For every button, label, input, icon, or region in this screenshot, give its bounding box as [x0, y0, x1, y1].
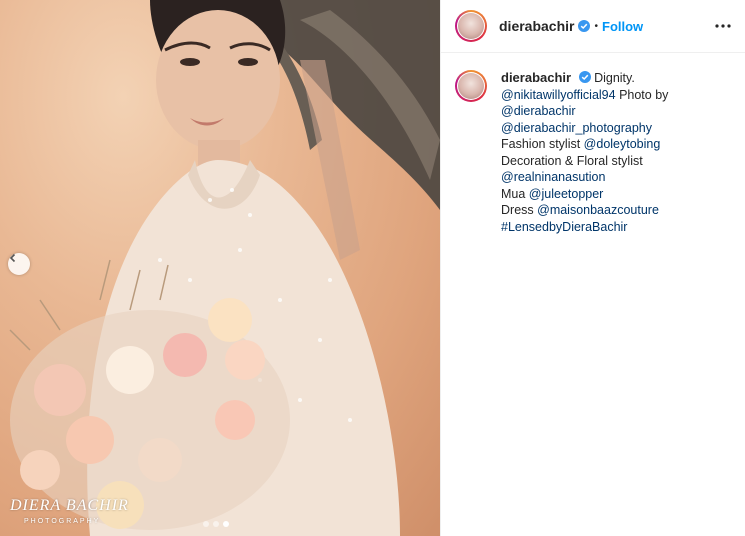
caption-line: #LensedbyDieraBachir — [501, 219, 741, 236]
mention-link[interactable]: @doleytobing — [584, 137, 661, 151]
more-options-icon — [715, 24, 731, 28]
caption-line: Dress @maisonbaazcouture — [501, 202, 741, 219]
photo-watermark-subtitle: PHOTOGRAPHY — [24, 518, 101, 525]
face — [156, 10, 280, 150]
caption-segment: Decoration & Floral stylist — [501, 153, 643, 168]
post-header: dierabachir • Follow — [441, 0, 745, 53]
caption-line: Fashion stylist @doleytobing — [501, 136, 741, 153]
carousel-dot — [213, 521, 219, 527]
caption-line: Mua @juleetopper — [501, 186, 741, 203]
photo-watermark: DIERA BACHIR — [10, 497, 129, 514]
verified-badge-icon — [578, 20, 591, 32]
caption-segment: Fashion stylist — [501, 137, 584, 151]
carousel-prev-button[interactable] — [8, 253, 30, 275]
caption-line: @nikitawillyofficial94 Photo by — [501, 87, 741, 104]
post-photo[interactable]: DIERA BACHIR PHOTOGRAPHY — [0, 0, 440, 536]
chevron-left-icon — [9, 253, 16, 263]
caption-lines: @nikitawillyofficial94 Photo by @dierabac… — [501, 87, 741, 236]
caption-line: @dierabachir_photography — [501, 120, 741, 137]
caption-line: @realninanasution — [501, 169, 741, 186]
carousel-dot — [203, 521, 209, 527]
caption-segment: Mua — [501, 186, 529, 201]
more-options-button[interactable] — [713, 16, 733, 36]
caption-line: @dierabachir — [501, 103, 741, 120]
carousel-indicators — [203, 521, 229, 527]
mention-link[interactable]: @dierabachir_photography — [501, 121, 652, 135]
post-details-panel: dierabachir • Follow dierabachir Dignity… — [440, 0, 745, 536]
caption-avatar[interactable] — [455, 70, 487, 102]
header-username[interactable]: dierabachir — [499, 18, 574, 34]
caption-username[interactable]: dierabachir — [501, 70, 571, 85]
mention-link[interactable]: @dierabachir — [501, 104, 576, 118]
mention-link[interactable]: @juleetopper — [529, 187, 604, 201]
hashtag-link[interactable]: #LensedbyDieraBachir — [501, 220, 627, 234]
photo-illustration — [9, 0, 440, 536]
header-separator: • — [594, 20, 598, 32]
mention-link[interactable]: @realninanasution — [501, 170, 605, 184]
follow-button[interactable]: Follow — [602, 19, 643, 34]
caption-text: dierabachir Dignity. @nikitawillyofficia… — [501, 70, 741, 235]
caption-first-word: Dignity. — [594, 71, 635, 85]
verified-badge-icon — [578, 71, 591, 83]
mention-link[interactable]: @maisonbaazcouture — [537, 203, 659, 217]
carousel-dot-active — [223, 521, 229, 527]
caption-segment: Dress — [501, 203, 538, 217]
caption-line: Decoration & Floral stylist — [501, 153, 741, 170]
avatar[interactable] — [455, 10, 487, 42]
post-caption: dierabachir Dignity. @nikitawillyofficia… — [455, 70, 741, 235]
mention-link[interactable]: @nikitawillyofficial94 — [501, 88, 616, 102]
caption-segment: Photo by — [615, 87, 669, 102]
